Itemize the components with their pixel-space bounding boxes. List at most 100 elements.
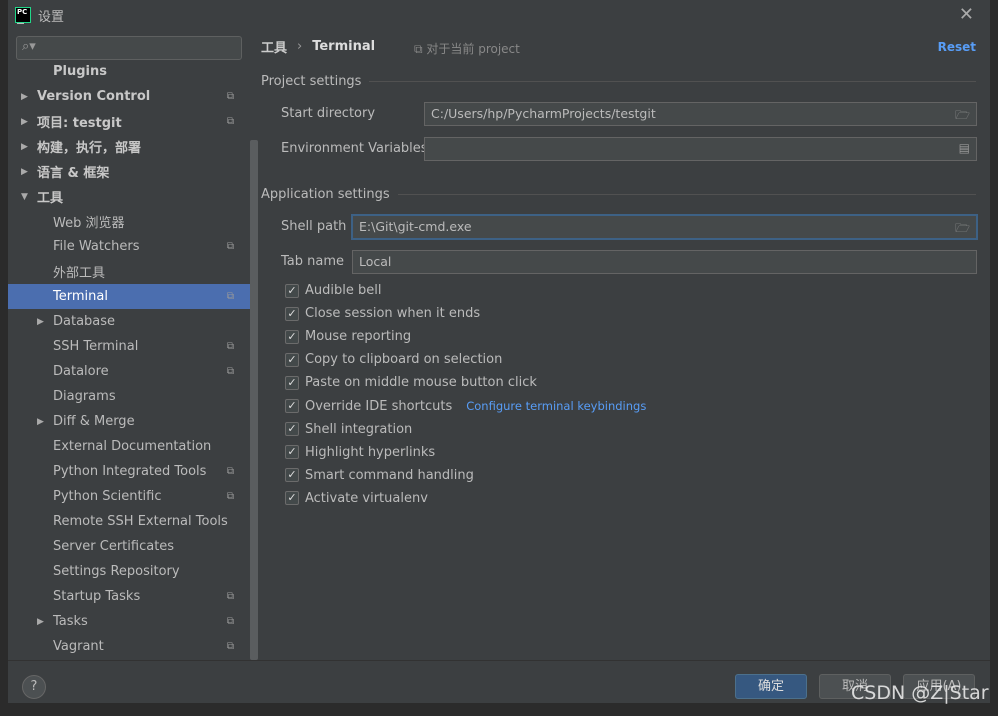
sidebar-scrollbar[interactable]: [250, 140, 258, 660]
tab-name-field[interactable]: Local: [352, 250, 977, 274]
document-icon[interactable]: ▤: [959, 141, 970, 155]
env-vars-label: Environment Variables: [281, 141, 428, 156]
checkbox-label: Highlight hyperlinks: [305, 444, 436, 460]
checkbox-label: Shell integration: [305, 421, 413, 437]
tree-item[interactable]: 外部工具: [8, 259, 250, 284]
checkbox-row[interactable]: ✓ Close session when it ends: [285, 306, 480, 321]
chevron-right-icon[interactable]: ▶: [37, 417, 47, 427]
chevron-right-icon[interactable]: ▶: [37, 317, 47, 327]
checkbox[interactable]: ✓: [285, 306, 299, 321]
configure-keybindings-link[interactable]: Configure terminal keybindings: [466, 399, 646, 413]
ok-button[interactable]: 确定: [735, 674, 807, 699]
breadcrumb-parent[interactable]: 工具: [261, 37, 287, 56]
checkbox[interactable]: ✓: [285, 445, 299, 460]
tree-item-label: Settings Repository: [53, 564, 180, 579]
checkbox-row[interactable]: ✓ Copy to clipboard on selection: [285, 352, 502, 367]
checkbox[interactable]: ✓: [285, 491, 299, 506]
chevron-down-icon[interactable]: ▼: [21, 192, 31, 202]
tree-item[interactable]: ▶ 语言 & 框架: [8, 159, 250, 184]
tree-item[interactable]: Python Integrated Tools ⧉: [8, 459, 250, 484]
start-directory-value: C:/Users/hp/PycharmProjects/testgit: [431, 106, 656, 121]
tree-item[interactable]: Plugins: [8, 59, 250, 84]
tree-item-label: 外部工具: [53, 266, 106, 281]
checkbox-row[interactable]: ✓ Audible bell: [285, 283, 381, 298]
tree-item[interactable]: ▶ 构建，执行，部署: [8, 134, 250, 159]
checkbox-label: Activate virtualenv: [305, 490, 428, 506]
checkbox[interactable]: ✓: [285, 352, 299, 367]
checkbox-label: Smart command handling: [305, 467, 474, 483]
chevron-right-icon[interactable]: ▶: [21, 142, 31, 152]
sidebar: ⌕▾ Plugins ▶ Version Control ⧉ ▶ 项目: testgit ⧉…: [8, 30, 250, 660]
search-input[interactable]: ⌕▾: [16, 36, 242, 60]
chevron-right-icon[interactable]: ▶: [21, 92, 31, 102]
tree-item-label: Database: [53, 314, 116, 329]
section-title: Application settings: [261, 187, 390, 202]
shell-path-field[interactable]: E:\Git\git-cmd.exe 🗁: [352, 215, 977, 239]
env-vars-field[interactable]: ▤: [424, 137, 977, 161]
help-button[interactable]: ?: [22, 675, 46, 699]
tree-item[interactable]: External Documentation: [8, 434, 250, 459]
tree-item[interactable]: Web 浏览器: [8, 209, 250, 234]
checkbox-row[interactable]: ✓ Smart command handling: [285, 468, 474, 483]
start-directory-field[interactable]: C:/Users/hp/PycharmProjects/testgit 🗁: [424, 102, 977, 126]
tree-item[interactable]: Remote SSH External Tools: [8, 509, 250, 534]
folder-icon[interactable]: 🗁: [955, 106, 970, 127]
chevron-right-icon[interactable]: ▶: [21, 117, 31, 127]
tree-item-label: Remote SSH External Tools: [53, 514, 228, 529]
tree-item[interactable]: Datalore ⧉: [8, 359, 250, 384]
checkbox-label: Copy to clipboard on selection: [305, 352, 503, 368]
checkbox[interactable]: ✓: [285, 422, 299, 437]
tree-item[interactable]: ▼ 工具: [8, 184, 250, 209]
checkbox-row[interactable]: ✓ Shell integration: [285, 422, 412, 437]
checkbox[interactable]: ✓: [285, 283, 299, 298]
tree-item[interactable]: Vagrant ⧉: [8, 634, 250, 659]
project-settings-section: Project settings: [261, 74, 976, 89]
checkbox-row[interactable]: ✓ Paste on middle mouse button click: [285, 375, 537, 390]
tree-item[interactable]: ▶ Tasks ⧉: [8, 609, 250, 634]
tab-name-value: Local: [359, 254, 392, 269]
settings-dialog: PC __ 设置 ✕ ⌕▾ Plugins ▶ Version Control ⧉ ▶ 项目…: [8, 0, 990, 703]
checkbox-row[interactable]: ✓ Mouse reporting: [285, 329, 411, 344]
tree-item[interactable]: Terminal ⧉: [8, 284, 250, 309]
checkbox[interactable]: ✓: [285, 399, 299, 413]
checkbox-label: Override IDE shortcuts: [305, 398, 453, 414]
tree-item[interactable]: Server Certificates: [8, 534, 250, 559]
folder-icon[interactable]: 🗁: [955, 219, 970, 240]
tree-item[interactable]: Settings Repository: [8, 559, 250, 584]
tree-item-label: 语言 & 框架: [37, 166, 110, 181]
tree-item[interactable]: SSH Terminal ⧉: [8, 334, 250, 359]
tree-item[interactable]: ▶ Database: [8, 309, 250, 334]
tree-item-label: 构建，执行，部署: [37, 141, 142, 156]
breadcrumb: 工具 › Terminal: [261, 37, 375, 56]
tree-item[interactable]: ▶ 项目: testgit ⧉: [8, 109, 250, 134]
checkbox-row[interactable]: ✓ Override IDE shortcuts Configure termina…: [285, 399, 646, 414]
tree-item[interactable]: Python Scientific ⧉: [8, 484, 250, 509]
breadcrumb-separator: ›: [297, 39, 303, 54]
tree-item-label: Diagrams: [53, 389, 116, 404]
checkbox[interactable]: ✓: [285, 375, 299, 390]
tree-item-label: SSH Terminal: [53, 339, 139, 354]
checkbox-label: Mouse reporting: [305, 329, 412, 345]
tree-item[interactable]: ▶ Version Control ⧉: [8, 84, 250, 109]
tree-item[interactable]: Diagrams: [8, 384, 250, 409]
copy-icon: ⧉: [226, 291, 234, 302]
tree-item-label: Vagrant: [53, 639, 104, 654]
close-icon[interactable]: ✕: [959, 4, 974, 25]
section-title: Project settings: [261, 74, 362, 89]
title-bar: PC __ 设置 ✕: [8, 0, 990, 30]
checkbox[interactable]: ✓: [285, 468, 299, 483]
tree-item[interactable]: ▶ Diff & Merge: [8, 409, 250, 434]
tree-item[interactable]: File Watchers ⧉: [8, 234, 250, 259]
checkbox-row[interactable]: ✓ Highlight hyperlinks: [285, 445, 435, 460]
checkbox-label: Close session when it ends: [305, 306, 481, 322]
chevron-right-icon[interactable]: ▶: [21, 167, 31, 177]
checkbox-row[interactable]: ✓ Activate virtualenv: [285, 491, 428, 506]
reset-link[interactable]: Reset: [938, 40, 976, 54]
copy-icon: ⧉: [226, 591, 234, 602]
tree-item[interactable]: Startup Tasks ⧉: [8, 584, 250, 609]
chevron-right-icon[interactable]: ▶: [37, 617, 47, 627]
copy-icon: ⧉: [414, 42, 427, 56]
tree-item-label: Version Control: [37, 89, 151, 104]
copy-icon: ⧉: [226, 116, 234, 127]
checkbox[interactable]: ✓: [285, 329, 299, 344]
